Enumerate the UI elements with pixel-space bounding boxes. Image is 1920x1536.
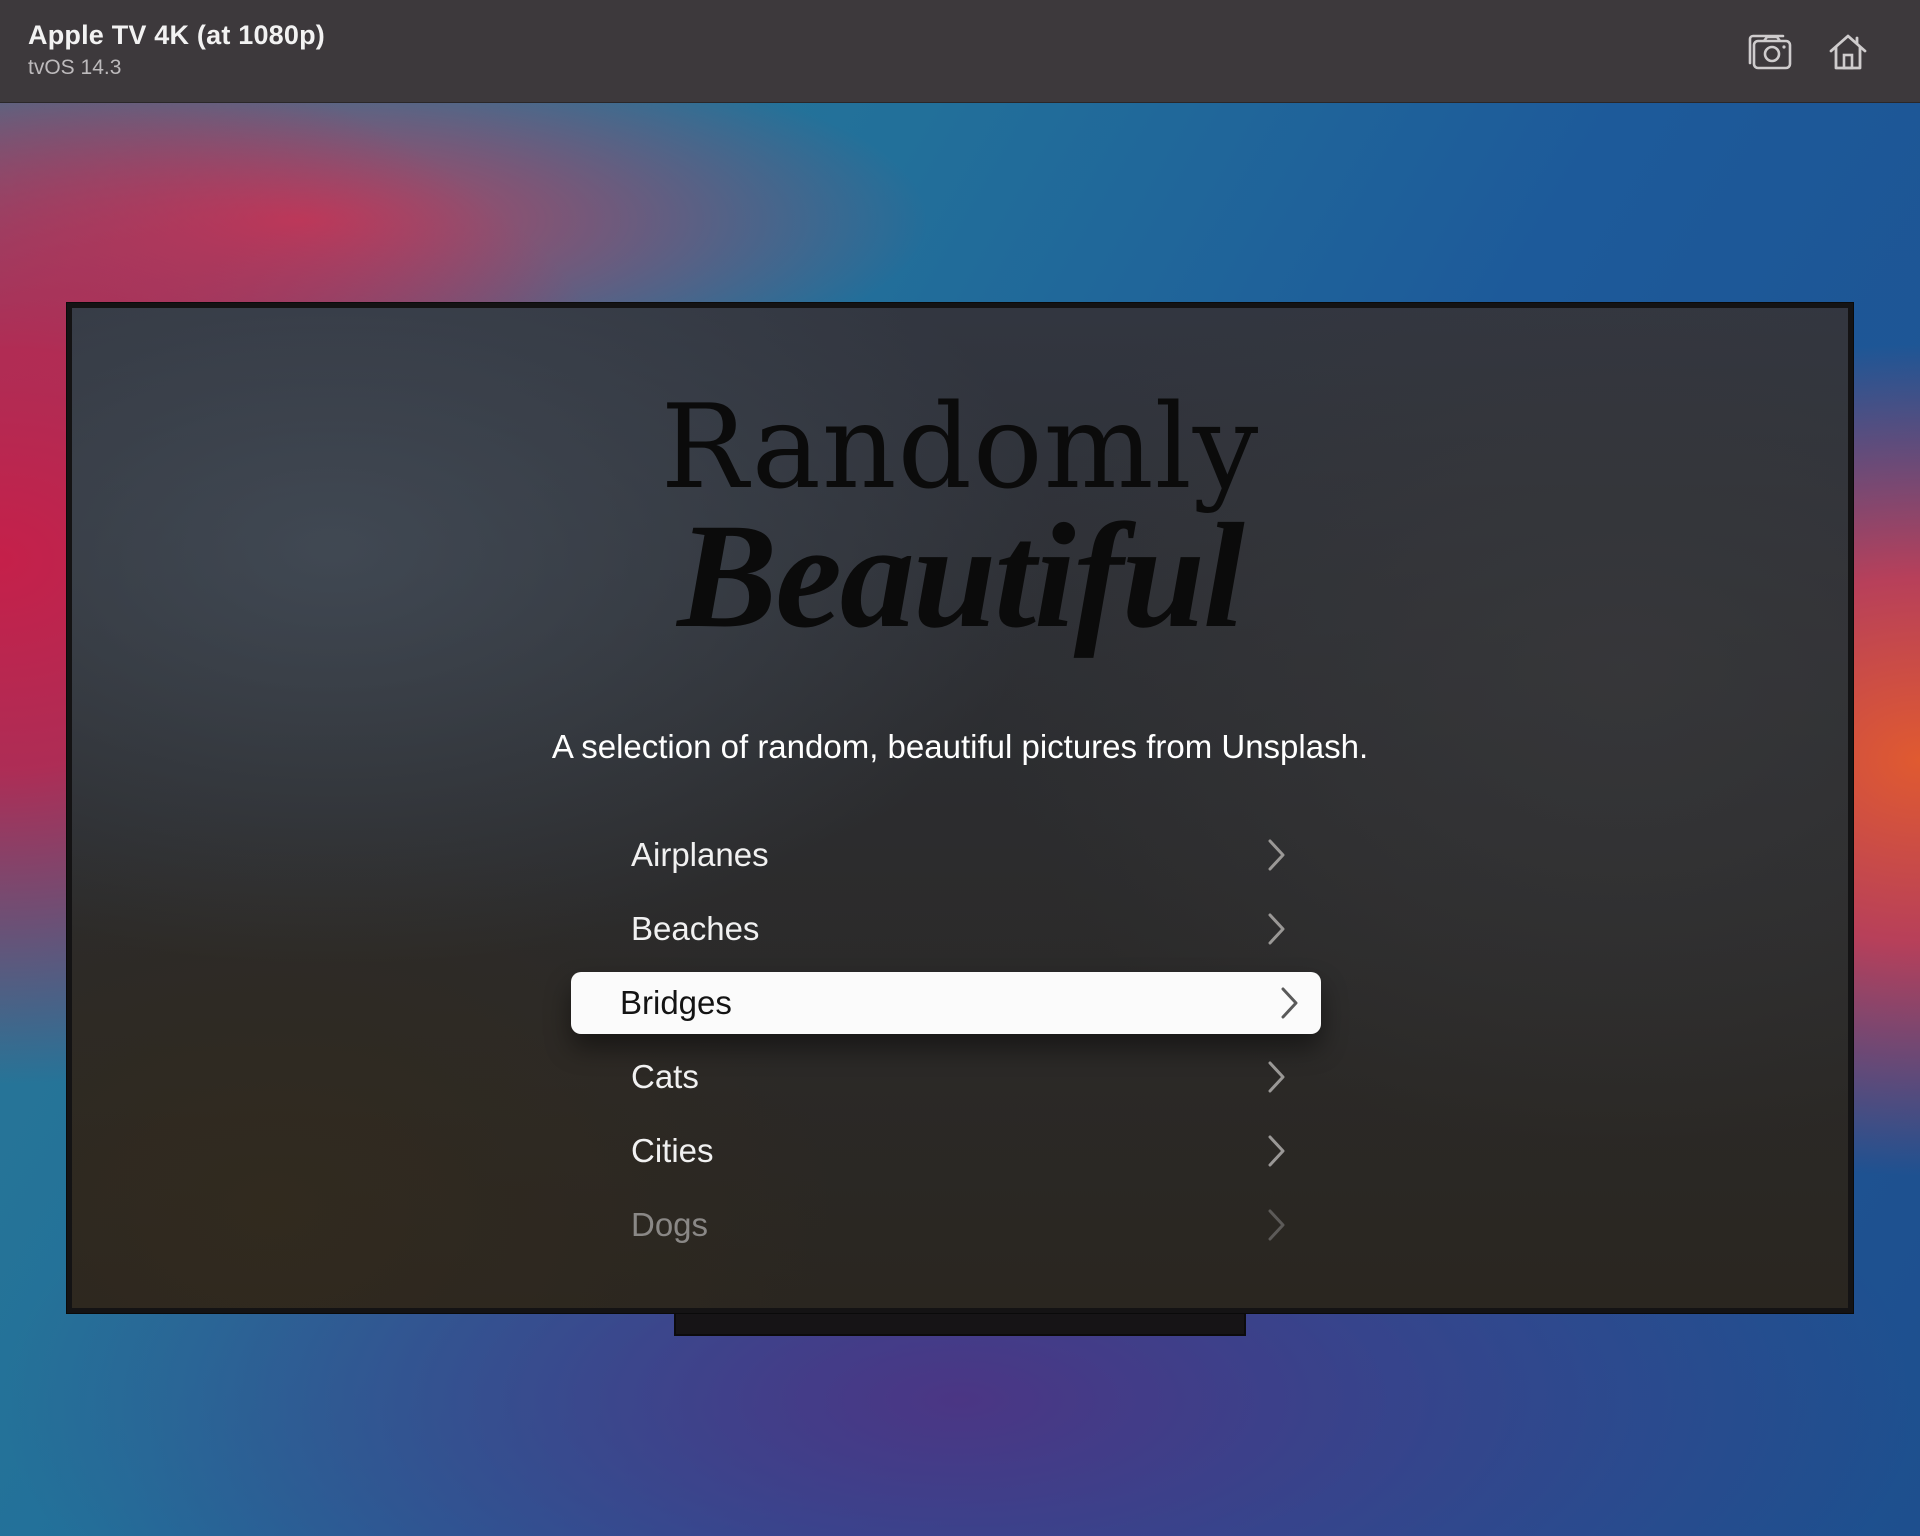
app-logo-script: Beautiful <box>677 493 1244 659</box>
list-item-bridges[interactable]: Bridges <box>571 972 1321 1034</box>
chevron-right-icon <box>1267 1208 1287 1242</box>
tv-bezel: Randomly Beautiful A selection of random… <box>66 302 1854 1314</box>
list-item-beaches[interactable]: Beaches <box>603 898 1321 960</box>
app-subtitle: A selection of random, beautiful picture… <box>551 728 1369 765</box>
list-item-dogs[interactable]: Dogs <box>603 1194 1321 1256</box>
tv-screen: Randomly Beautiful A selection of random… <box>72 308 1848 1308</box>
chevron-right-icon <box>1267 912 1287 946</box>
list-item-label: Cats <box>631 1058 699 1095</box>
chevron-right-icon <box>1267 838 1287 872</box>
list-item-label: Airplanes <box>631 836 769 873</box>
os-version: tvOS 14.3 <box>28 56 122 79</box>
list-item-label: Cities <box>631 1132 714 1169</box>
list-item-cities[interactable]: Cities <box>603 1120 1321 1182</box>
list-item-label: Dogs <box>631 1206 709 1243</box>
category-list: Airplanes Beaches Bridges Cats Cities Do… <box>571 824 1321 1268</box>
simulator-title-bar: Apple TV 4K (at 1080p) tvOS 14.3 <box>0 0 1920 103</box>
list-item-airplanes[interactable]: Airplanes <box>603 824 1321 886</box>
list-item-cats[interactable]: Cats <box>603 1046 1321 1108</box>
home-button[interactable] <box>1822 26 1874 78</box>
device-name: Apple TV 4K (at 1080p) <box>28 20 325 50</box>
screenshot-button[interactable] <box>1744 26 1796 78</box>
chevron-right-icon <box>1267 1060 1287 1094</box>
camera-icon <box>1748 34 1792 70</box>
chevron-right-icon <box>1280 986 1300 1020</box>
home-icon <box>1829 34 1867 70</box>
chevron-right-icon <box>1267 1134 1287 1168</box>
list-item-label: Beaches <box>631 910 760 947</box>
list-item-label: Bridges <box>620 984 732 1021</box>
